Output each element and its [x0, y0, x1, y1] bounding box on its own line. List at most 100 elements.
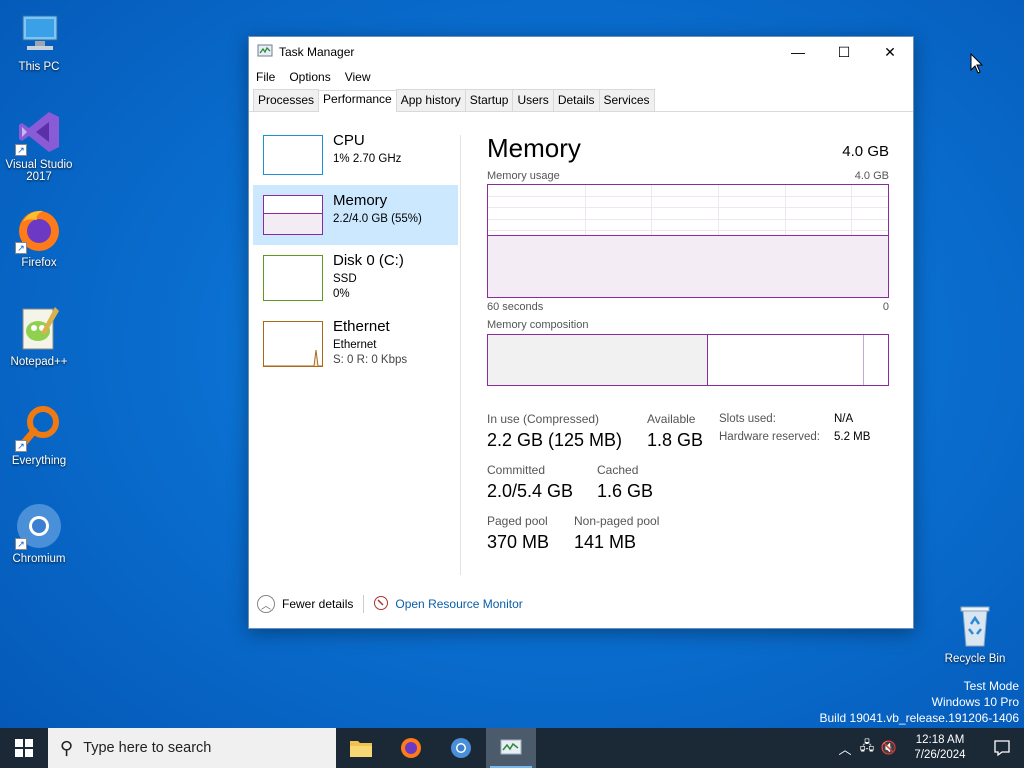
desktop-icon-firefox[interactable]: ↗ Firefox — [1, 206, 77, 269]
taskbar-file-explorer[interactable] — [336, 728, 386, 768]
minimize-button[interactable]: — — [775, 37, 821, 67]
resource-item-cpu[interactable]: CPU 1% 2.70 GHz — [253, 125, 458, 185]
notepadpp-icon — [15, 305, 63, 353]
disk-thumbnail-graph — [263, 255, 323, 301]
resource-item-disk[interactable]: Disk 0 (C:) SSD 0% — [253, 245, 458, 305]
tab-users[interactable]: Users — [512, 89, 554, 111]
resource-name: Disk 0 (C:) — [333, 252, 404, 269]
chromium-icon: ↗ — [15, 502, 63, 550]
clock-date: 7/26/2024 — [914, 749, 966, 761]
resource-name: CPU — [333, 132, 365, 149]
minimize-icon: — — [791, 44, 805, 60]
task-manager-window[interactable]: Task Manager — ☐ ✕ File Options View Pro… — [248, 36, 914, 629]
clock[interactable]: 12:18 AM 7/26/2024 — [900, 733, 980, 763]
desktop-icon-recycle-bin[interactable]: Recycle Bin — [937, 602, 1013, 665]
desktop-icon-everything[interactable]: ↗ Everything — [1, 404, 77, 467]
memory-usage-label: Memory usage — [487, 170, 560, 182]
windows-watermark: Test Mode Windows 10 Pro Build 19041.vb_… — [819, 679, 1020, 725]
graph-gridline — [488, 196, 888, 198]
taskbar-search-box[interactable]: ⚲ Type here to search — [48, 728, 336, 768]
close-button[interactable]: ✕ — [867, 37, 913, 67]
stat-in-use: In use (Compressed) 2.2 GB (125 MB) — [487, 412, 623, 450]
composition-in-use-segment — [488, 335, 708, 385]
visual-studio-icon: ↗ — [15, 108, 63, 156]
everything-search-icon: ↗ — [15, 404, 63, 452]
resource-item-ethernet[interactable]: Ethernet Ethernet S: 0 R: 0 Kbps — [253, 311, 458, 371]
memory-composition-label: Memory composition — [487, 319, 589, 331]
graph-x-right-label: 0 — [882, 301, 889, 313]
footer-separator — [363, 595, 365, 613]
resource-name: Ethernet — [333, 318, 390, 335]
stat-hardware-reserved: Hardware reserved: 5.2 MB — [719, 431, 871, 443]
performance-panel: CPU 1% 2.70 GHz Memory 2.2/4.0 GB (55%) … — [249, 115, 913, 580]
tab-startup[interactable]: Startup — [464, 89, 514, 111]
resource-item-memory[interactable]: Memory 2.2/4.0 GB (55%) — [253, 185, 458, 245]
firefox-icon: ↗ — [15, 206, 63, 254]
fewer-details-link[interactable]: Fewer details — [282, 597, 353, 611]
open-resource-monitor-link[interactable]: Open Resource Monitor — [395, 597, 522, 611]
shortcut-arrow-icon: ↗ — [15, 242, 27, 254]
desktop-icon-notepadpp[interactable]: Notepad++ — [1, 305, 77, 368]
stat-available: Available 1.8 GB — [647, 412, 704, 450]
title-bar[interactable]: Task Manager — ☐ ✕ — [249, 37, 913, 67]
task-manager-icon — [500, 739, 522, 755]
maximize-icon: ☐ — [837, 43, 851, 60]
folder-icon — [350, 741, 372, 757]
ethernet-thumbnail-graph — [263, 321, 323, 367]
stat-committed: Committed 2.0/5.4 GB — [487, 463, 574, 501]
menu-options[interactable]: Options — [289, 70, 330, 84]
graph-gridline — [488, 218, 888, 220]
desktop-icon-label: This PC — [18, 61, 60, 73]
resource-detail: Ethernet S: 0 R: 0 Kbps — [333, 339, 408, 366]
tab-app-history[interactable]: App history — [395, 89, 466, 111]
show-hidden-icons-chevron-icon[interactable]: ︿ — [834, 739, 856, 758]
chevron-up-icon[interactable]: ︿ — [257, 595, 275, 613]
desktop-icon-label: Chromium — [12, 553, 66, 565]
menu-file[interactable]: File — [256, 70, 275, 84]
windows-logo-icon — [15, 739, 33, 757]
task-manager-app-icon — [257, 43, 273, 62]
graph-gridline — [488, 207, 888, 209]
composition-free-segment — [864, 335, 888, 385]
tab-processes[interactable]: Processes — [253, 89, 320, 111]
memory-details: Memory 4.0 GB Memory usage 4.0 GB 60 sec… — [487, 133, 889, 572]
desktop-icon-this-pc[interactable]: This PC — [1, 10, 77, 73]
resource-name: Memory — [333, 192, 388, 209]
memory-usage-max: 4.0 GB — [854, 170, 889, 182]
taskbar-task-manager[interactable] — [486, 728, 536, 768]
resource-detail: SSD 0% — [333, 273, 357, 300]
tab-performance[interactable]: Performance — [318, 90, 397, 112]
action-center-button[interactable] — [980, 739, 1024, 757]
taskbar-firefox[interactable] — [386, 728, 436, 768]
memory-heading: Memory — [487, 133, 581, 163]
resource-detail: 2.2/4.0 GB (55%) — [333, 213, 422, 225]
panel-divider — [460, 135, 461, 575]
desktop-icon-label: Visual Studio 2017 — [5, 159, 73, 183]
menu-bar: File Options View — [249, 67, 913, 87]
memory-total: 4.0 GB — [842, 143, 889, 160]
tab-services[interactable]: Services — [598, 89, 655, 111]
menu-view[interactable]: View — [345, 70, 371, 84]
volume-muted-icon[interactable]: 🔇 — [878, 740, 900, 756]
firefox-icon — [401, 738, 421, 758]
resource-list: CPU 1% 2.70 GHz Memory 2.2/4.0 GB (55%) … — [253, 125, 458, 371]
system-tray: ︿ 🖧 🔇 12:18 AM 7/26/2024 — [834, 728, 1024, 768]
notification-icon — [994, 740, 1010, 757]
recycle-bin-icon — [951, 602, 999, 650]
mouse-cursor-icon — [970, 52, 984, 78]
desktop-icon-visual-studio[interactable]: ↗ Visual Studio 2017 — [1, 108, 77, 183]
resource-monitor-icon — [373, 595, 389, 614]
taskbar-chromium[interactable] — [436, 728, 486, 768]
desktop-icon-label: Notepad++ — [10, 356, 68, 368]
stat-paged-pool: Paged pool 370 MB — [487, 514, 550, 552]
desktop-icon-chromium[interactable]: ↗ Chromium — [1, 502, 77, 565]
start-button[interactable] — [0, 728, 48, 768]
tab-details[interactable]: Details — [552, 89, 600, 111]
network-icon[interactable]: 🖧 — [856, 737, 878, 759]
graph-x-left-label: 60 seconds — [487, 301, 544, 313]
desktop-icon-label: Firefox — [21, 257, 57, 269]
shortcut-arrow-icon: ↗ — [15, 538, 27, 550]
maximize-button[interactable]: ☐ — [821, 37, 867, 67]
memory-stats: In use (Compressed) 2.2 GB (125 MB) Avai… — [487, 412, 889, 572]
tab-strip: Processes Performance App history Startu… — [249, 88, 913, 112]
